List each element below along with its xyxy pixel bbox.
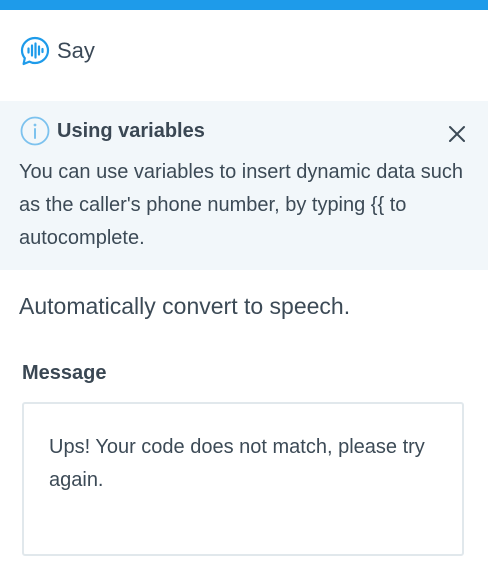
info-icon — [20, 116, 50, 146]
info-callout: Using variables You can use variables to… — [0, 101, 488, 270]
voice-chat-icon — [19, 35, 51, 67]
message-value: Ups! Your code does not match, please tr… — [49, 436, 425, 491]
top-accent-bar — [0, 0, 488, 10]
block-header: Say — [19, 34, 95, 68]
block-title: Say — [57, 38, 95, 63]
info-callout-header: Using variables — [20, 116, 205, 146]
message-textarea[interactable]: Ups! Your code does not match, please tr… — [22, 402, 464, 556]
block-description: Automatically convert to speech. — [19, 293, 351, 319]
close-icon[interactable] — [448, 125, 466, 143]
info-callout-body: You can use variables to insert dynamic … — [19, 161, 463, 249]
message-label: Message — [22, 362, 107, 384]
info-callout-title: Using variables — [57, 119, 205, 142]
